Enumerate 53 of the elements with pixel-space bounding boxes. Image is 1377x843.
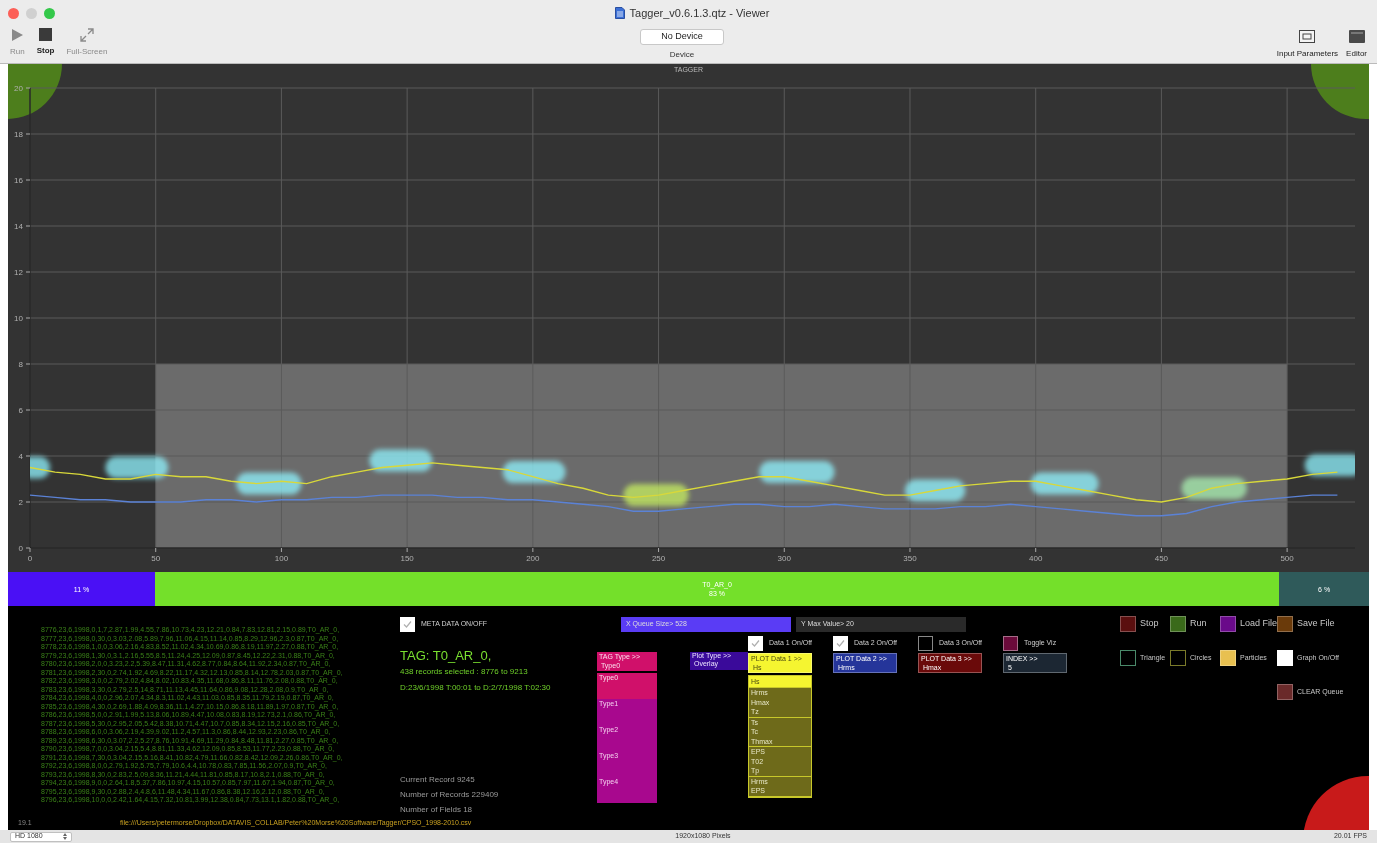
document-icon	[614, 7, 625, 19]
date-range: D:23/6/1998 T:00:01 to D:2/7/1998 T:02:30	[400, 682, 552, 694]
tick-label: 250	[651, 554, 666, 563]
tick-label: 6	[18, 406, 23, 415]
tick-label: 400	[1029, 554, 1043, 563]
tick-label: 16	[14, 176, 23, 185]
toolbar-button[interactable]: Stop	[36, 28, 55, 58]
zoom-button[interactable]	[44, 7, 55, 19]
toolbar-button[interactable]: Editor	[1346, 30, 1367, 60]
record-stat: Number of Records 229409	[400, 789, 500, 801]
tick-label: 350	[903, 554, 917, 563]
tick-label: 200	[526, 554, 540, 563]
play-icon	[10, 28, 25, 42]
window-title: Tagger_v0.6.1.3.qtz - Viewer	[629, 5, 770, 21]
tick-label: 10	[14, 314, 23, 323]
record-stat: Number of Fields 18	[400, 804, 474, 816]
tick-label: 12	[14, 268, 23, 277]
panel-icon	[1299, 30, 1316, 43]
action-button[interactable]: Save File	[1277, 616, 1347, 632]
device-button[interactable]: No Device	[640, 29, 725, 45]
tag-blob	[1304, 454, 1355, 477]
tick-label: 20	[14, 84, 23, 93]
selection-summary: 438 records selected : 8776 to 9213	[400, 666, 529, 678]
expand-icon	[79, 28, 94, 42]
tick-label: 14	[14, 222, 23, 231]
action-button[interactable]: Load File	[1220, 616, 1277, 632]
tick-label: 100	[274, 554, 289, 563]
tick-label: 500	[1280, 554, 1294, 563]
device-label: Device	[669, 49, 695, 61]
tick-label: 2	[18, 498, 23, 507]
record-stat: Current Record 9245	[400, 774, 476, 786]
checkmark-icon	[751, 639, 760, 648]
tick-label: 450	[1154, 554, 1169, 563]
editor-icon	[1348, 30, 1365, 43]
tick-label: 18	[14, 130, 23, 139]
toolbar-button[interactable]: Input Parameters	[1276, 30, 1339, 60]
tick-label: 300	[777, 554, 791, 563]
tick-label: 0	[18, 544, 23, 553]
minimize-button[interactable]	[26, 7, 37, 19]
tick-label: 4	[18, 452, 23, 461]
stop-icon	[39, 28, 53, 41]
tick-label: 150	[400, 554, 414, 563]
checkbox[interactable]	[918, 636, 933, 651]
tick-label: 0	[27, 554, 33, 563]
tick-label: 50	[151, 554, 161, 563]
action-button[interactable]: Stop	[1120, 616, 1170, 632]
action-button[interactable]: Run	[1170, 616, 1220, 632]
checkmark-icon	[836, 639, 845, 648]
tag-name: TAG: T0_AR_0,	[400, 648, 493, 663]
stepper-icon	[63, 833, 67, 840]
close-button[interactable]	[8, 7, 19, 19]
tick-label: 8	[18, 360, 23, 369]
checkmark-icon	[403, 619, 412, 629]
